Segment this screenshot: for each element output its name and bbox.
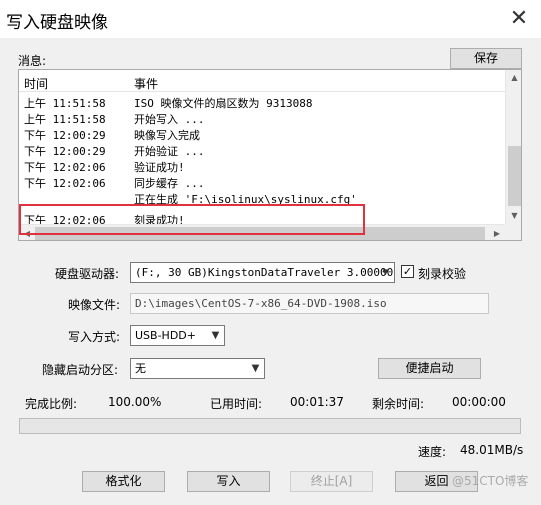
log-event: 验证成功! xyxy=(134,161,185,174)
hidden-partition-select[interactable]: 无 ▼ xyxy=(130,358,265,379)
progress-label: 完成比例: xyxy=(25,397,78,411)
title-bar: 写入硬盘映像 ✕ xyxy=(0,0,541,38)
vertical-scroll-thumb[interactable] xyxy=(508,146,521,206)
horizontal-scroll-thumb[interactable] xyxy=(35,227,485,240)
save-button[interactable]: 保存 xyxy=(450,48,522,69)
watermark: @51CTO博客 xyxy=(452,474,529,488)
log-row: 上午 11:51:58 ISO 映像文件的扇区数为 9313088 xyxy=(19,94,505,110)
chevron-down-icon: ▼ xyxy=(382,267,389,278)
message-log[interactable]: 时间 事件 上午 11:51:58 ISO 映像文件的扇区数为 9313088 上… xyxy=(18,69,522,241)
log-header: 时间 事件 xyxy=(19,70,505,92)
image-file-label: 映像文件: xyxy=(68,298,121,312)
progress-value: 100.00% xyxy=(108,395,162,409)
write-mode-label: 写入方式: xyxy=(68,330,121,344)
log-row: 正在生成 'F:\isolinux\syslinux.cfg' xyxy=(19,190,505,206)
column-header-time[interactable]: 时间 xyxy=(24,75,48,92)
speed-value: 48.01MB/s xyxy=(460,443,524,457)
vertical-scrollbar[interactable]: ▲ ▼ xyxy=(505,70,521,224)
image-file-field[interactable]: D:\images\CentOS-7-x86_64-DVD-1908.iso xyxy=(130,293,489,314)
scroll-left-icon[interactable]: ◀ xyxy=(19,225,35,240)
log-time: 下午 12:00:29 xyxy=(24,129,106,142)
quick-boot-button[interactable]: 便捷启动 xyxy=(378,358,481,379)
log-rows: 上午 11:51:58 ISO 映像文件的扇区数为 9313088 上午 11:5… xyxy=(19,94,505,227)
progress-bar xyxy=(19,418,521,434)
log-time: 下午 12:02:06 xyxy=(24,177,106,190)
log-row: 下午 12:02:06 同步缓存 ... xyxy=(19,174,505,190)
log-event: 正在生成 'F:\isolinux\syslinux.cfg' xyxy=(134,193,357,206)
drive-select[interactable]: (F:, 30 GB)KingstonDataTraveler 3.00000 … xyxy=(130,262,395,283)
remaining-label: 剩余时间: xyxy=(372,397,425,411)
log-row: 上午 11:51:58 开始写入 ... xyxy=(19,110,505,126)
format-button[interactable]: 格式化 xyxy=(82,471,165,492)
verify-checkbox[interactable]: ✓ xyxy=(401,265,414,278)
log-row: 下午 12:02:06 验证成功! xyxy=(19,158,505,174)
window-title: 写入硬盘映像 xyxy=(6,13,108,33)
speed-label: 速度: xyxy=(418,445,447,459)
log-row: 下午 12:00:29 开始验证 ... xyxy=(19,142,505,158)
scroll-up-icon[interactable]: ▲ xyxy=(506,70,521,86)
hidden-partition-label: 隐藏启动分区: xyxy=(42,363,119,377)
drive-select-value: (F:, 30 GB)KingstonDataTraveler 3.00000 xyxy=(135,266,394,279)
log-time: 上午 11:51:58 xyxy=(24,97,106,110)
horizontal-scrollbar[interactable]: ◀ ▶ xyxy=(19,224,505,240)
log-time: 下午 12:00:29 xyxy=(24,145,106,158)
column-header-event[interactable]: 事件 xyxy=(134,75,158,92)
log-time: 下午 12:02:06 xyxy=(24,161,106,174)
log-event: ISO 映像文件的扇区数为 9313088 xyxy=(134,97,313,110)
scroll-corner xyxy=(505,224,521,240)
write-button[interactable]: 写入 xyxy=(187,471,270,492)
log-event: 映像写入完成 xyxy=(134,129,200,142)
elapsed-label: 已用时间: xyxy=(210,397,263,411)
stop-button[interactable]: 终止[A] xyxy=(290,471,373,492)
log-row: 下午 12:00:29 映像写入完成 xyxy=(19,126,505,142)
log-event: 同步缓存 ... xyxy=(134,177,205,190)
chevron-down-icon: ▼ xyxy=(211,330,220,341)
scroll-down-icon[interactable]: ▼ xyxy=(506,208,521,224)
elapsed-value: 00:01:37 xyxy=(290,395,344,409)
drive-label: 硬盘驱动器: xyxy=(55,267,120,281)
remaining-value: 00:00:00 xyxy=(452,395,506,409)
close-icon[interactable]: ✕ xyxy=(504,4,534,34)
verify-label: 刻录校验 xyxy=(418,267,467,281)
write-mode-value: USB-HDD+ xyxy=(135,329,196,342)
log-time: 上午 11:51:58 xyxy=(24,113,106,126)
chevron-down-icon: ▼ xyxy=(251,363,260,374)
log-event: 开始验证 ... xyxy=(134,145,205,158)
log-event: 开始写入 ... xyxy=(134,113,205,126)
write-mode-select[interactable]: USB-HDD+ ▼ xyxy=(130,325,225,346)
messages-label: 消息: xyxy=(18,54,47,68)
hidden-partition-value: 无 xyxy=(135,362,146,375)
scroll-right-icon[interactable]: ▶ xyxy=(489,225,505,240)
